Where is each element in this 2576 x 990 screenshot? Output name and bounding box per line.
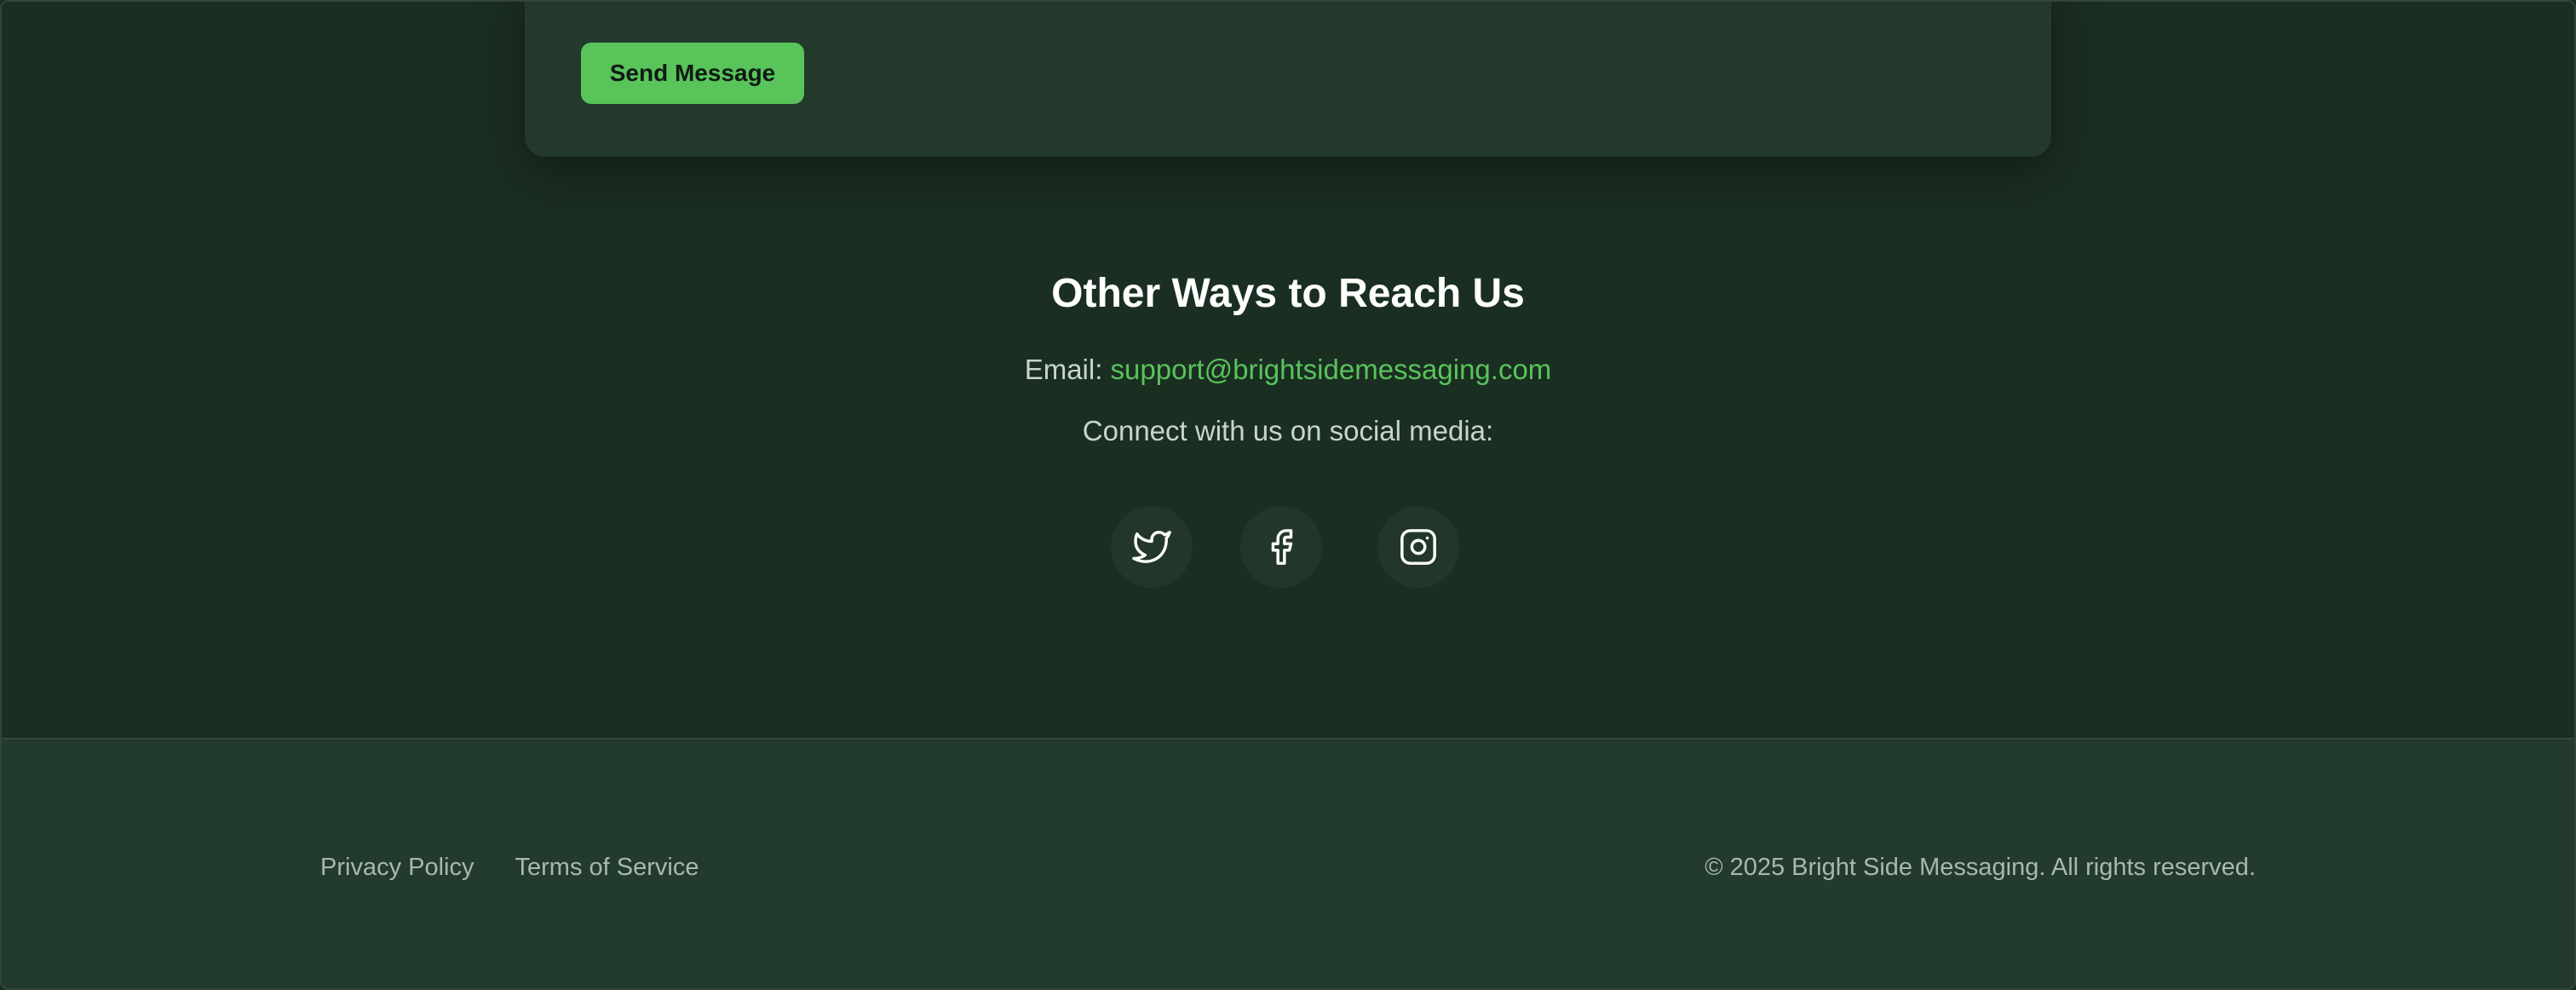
terms-of-service-link[interactable]: Terms of Service [515, 850, 699, 884]
other-ways-section: Other Ways to Reach Us Email: support@br… [2, 264, 2574, 450]
email-line: Email: support@brightsidemessaging.com [2, 351, 2574, 389]
send-message-button[interactable]: Send Message [581, 43, 804, 104]
email-link[interactable]: support@brightsidemessaging.com [1111, 354, 1552, 385]
facebook-button[interactable] [1240, 506, 1322, 588]
twitter-icon [1132, 531, 1171, 563]
site-footer: Privacy Policy Terms of Service © 2025 B… [2, 738, 2574, 988]
copyright-text: © 2025 Bright Side Messaging. All rights… [1705, 854, 2256, 881]
instagram-button[interactable] [1377, 506, 1459, 588]
facebook-icon [1271, 529, 1293, 565]
email-label: Email: [1024, 354, 1103, 385]
twitter-button[interactable] [1111, 506, 1193, 588]
instagram-icon [1400, 529, 1436, 565]
privacy-policy-link[interactable]: Privacy Policy [320, 850, 474, 884]
page: Send Message Other Ways to Reach Us Emai… [0, 0, 2576, 990]
social-prompt: Connect with us on social media: [1082, 415, 1494, 446]
footer-links: Privacy Policy Terms of Service [320, 850, 699, 884]
contact-form-card: Send Message [525, 2, 2051, 157]
social-links [2, 506, 2574, 588]
section-title: Other Ways to Reach Us [1051, 271, 1525, 316]
